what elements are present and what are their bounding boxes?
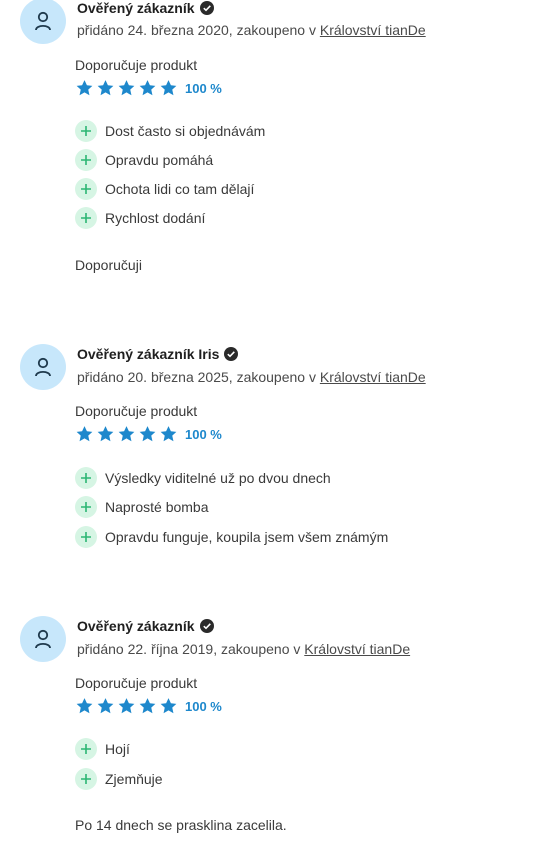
author-line: Ověřený zákazník [77,0,214,16]
rating-percent: 100 % [185,80,222,96]
pro-text: Výsledky viditelné už po dvou dnech [105,470,331,486]
rating-percent: 100 % [185,698,222,714]
pro-text: Rychlost dodání [105,210,206,226]
star-icon [160,698,177,714]
author-name: Ověřený zákazník Iris [77,346,220,362]
store-link[interactable]: Království tianDe [320,22,426,38]
pro-item: Ochota lidi co tam dělají [75,178,254,200]
pro-item: Rychlost dodání [75,207,205,229]
plus-icon [75,526,97,548]
pro-text: Hojí [105,741,130,757]
user-icon [35,357,51,377]
pro-item: Opravdu funguje, koupila jsem všem známý… [75,526,388,548]
avatar [20,0,66,44]
pro-item: Hojí [75,738,130,760]
author-line: Ověřený zákazník [77,618,214,634]
verified-check-icon [224,347,239,361]
star-icon [160,80,177,96]
star-icon [76,80,93,96]
store-link[interactable]: Království tianDe [320,369,426,385]
plus-icon [75,149,97,171]
star-icon [139,426,156,442]
star-icon [118,80,135,96]
recommend-label: Doporučuje produkt [75,675,198,691]
meta-text: přidáno 20. března 2025, zakoupeno v [77,369,320,385]
star-icon [97,698,114,714]
user-icon [35,629,51,649]
meta-text: přidáno 22. října 2019, zakoupeno v [77,641,305,657]
author-name: Ověřený zákazník [77,618,195,634]
review-meta: přidáno 20. března 2025, zakoupeno v Krá… [77,369,426,385]
star-rating: 100 % [75,697,222,715]
pro-text: Naprosté bomba [105,499,209,515]
plus-icon [75,120,97,142]
star-icon [76,426,93,442]
recommend-label: Doporučuje produkt [75,57,198,73]
pro-item: Zjemňuje [75,768,163,790]
avatar [20,344,66,390]
pro-item: Naprosté bomba [75,496,209,518]
verified-check-icon [199,619,214,633]
review-comment: Doporučuji [75,257,142,273]
author-name: Ověřený zákazník [77,0,195,16]
pro-item: Výsledky viditelné už po dvou dnech [75,467,331,489]
pro-text: Ochota lidi co tam dělají [105,181,255,197]
rating-percent: 100 % [185,426,222,442]
star-icon [139,698,156,714]
plus-icon [75,738,97,760]
star-icon [160,426,177,442]
star-icon [76,698,93,714]
plus-icon [75,768,97,790]
star-icon [97,426,114,442]
pro-item: Dost často si objednávám [75,120,265,142]
author-line: Ověřený zákazník Iris [77,346,239,362]
pro-item: Opravdu pomáhá [75,149,213,171]
pro-text: Zjemňuje [105,771,163,787]
plus-icon [75,467,97,489]
store-link[interactable]: Království tianDe [304,641,410,657]
review-meta: přidáno 22. října 2019, zakoupeno v Král… [77,641,410,657]
star-icon [118,426,135,442]
star-icon [139,80,156,96]
review-meta: přidáno 24. března 2020, zakoupeno v Krá… [77,22,426,38]
review-comment: Po 14 dnech se prasklina zacelila. [75,817,287,833]
avatar [20,616,66,662]
plus-icon [75,496,97,518]
pro-text: Dost často si objednávám [105,123,266,139]
star-rating: 100 % [75,425,222,443]
verified-check-icon [199,1,214,15]
recommend-label: Doporučuje produkt [75,403,198,419]
star-icon [118,698,135,714]
plus-icon [75,178,97,200]
meta-text: přidáno 24. března 2020, zakoupeno v [77,22,320,38]
star-icon [97,80,114,96]
plus-icon [75,207,97,229]
pro-text: Opravdu funguje, koupila jsem všem známý… [105,529,389,545]
pro-text: Opravdu pomáhá [105,152,214,168]
user-icon [35,11,51,31]
star-rating: 100 % [75,79,222,97]
